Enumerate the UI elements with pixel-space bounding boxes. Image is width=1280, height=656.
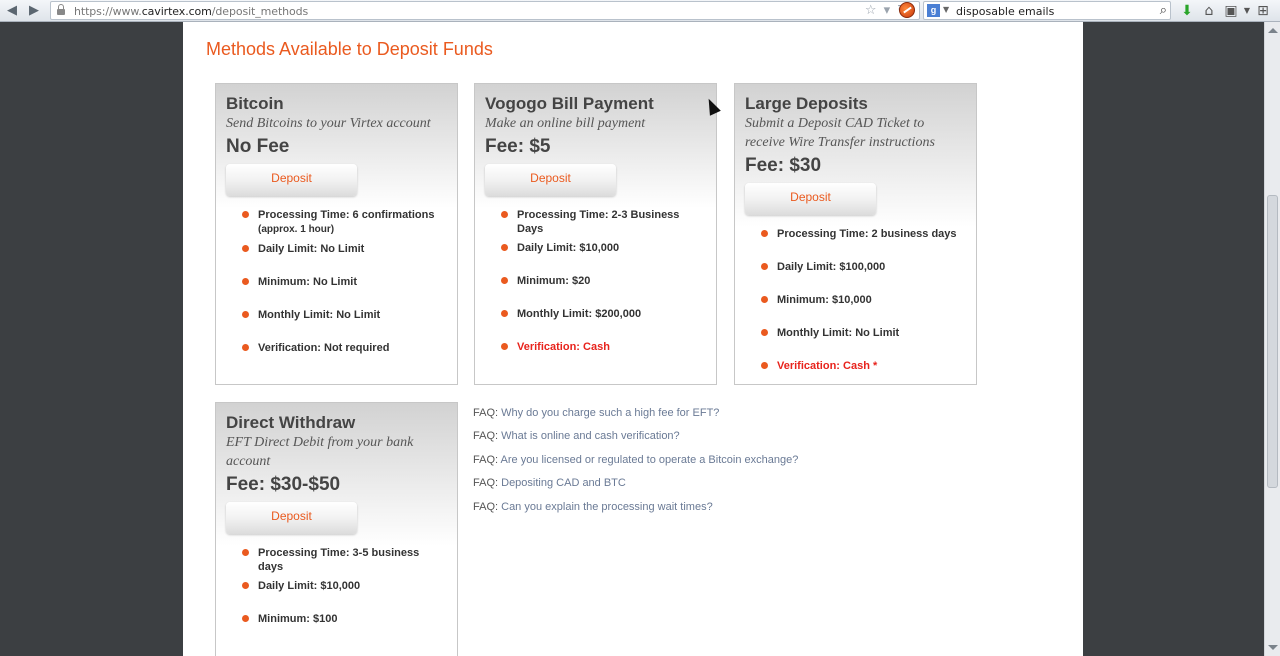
card-fee: No Fee xyxy=(226,136,290,157)
card-title: Direct Withdraw xyxy=(226,413,356,432)
search-icon[interactable]: ⌕ xyxy=(1160,3,1167,18)
feature-verification: Verification: Not required xyxy=(242,341,447,355)
card-header: Large Deposits Submit a Deposit CAD Tick… xyxy=(735,84,976,227)
feature-list: Processing Time: 6 confirmations (approx.… xyxy=(216,208,457,367)
card-title: Large Deposits xyxy=(745,94,868,113)
feature-processing-time: Processing Time: 3-5 business days xyxy=(242,546,432,574)
scroll-up-icon[interactable] xyxy=(1268,28,1278,33)
feature-minimum: Minimum: $10,000 xyxy=(761,293,966,307)
browser-toolbar: ◀ ▶ https://www.cavirtex.com/deposit_met… xyxy=(0,0,1280,22)
card-title: Vogogo Bill Payment xyxy=(485,94,654,113)
feature-list: Processing Time: 3-5 business days Daily… xyxy=(216,546,457,656)
feature-daily-limit: Daily Limit: No Limit xyxy=(242,242,447,256)
forward-arrow-icon[interactable]: ▶ xyxy=(26,3,42,19)
deposit-button[interactable]: Deposit xyxy=(226,502,357,534)
search-engine-icon[interactable]: g xyxy=(927,4,940,17)
feature-monthly-limit: Monthly Limit: No Limit xyxy=(242,308,447,322)
chevron-down-icon[interactable]: ▼ xyxy=(943,5,949,14)
faq-item: FAQ: Depositing CAD and BTC xyxy=(473,477,626,489)
back-arrow-icon[interactable]: ◀ xyxy=(4,3,20,19)
url-text[interactable]: https://www.cavirtex.com/deposit_methods xyxy=(74,5,308,18)
feature-monthly-limit: Monthly Limit: $200,000 xyxy=(501,307,706,321)
deposit-card-vogogo: Vogogo Bill Payment Make an online bill … xyxy=(474,83,717,385)
download-icon[interactable]: ⬇ xyxy=(1178,2,1196,20)
faq-link[interactable]: Why do you charge such a high fee for EF… xyxy=(501,407,719,419)
lock-icon xyxy=(57,4,65,15)
card-header: Bitcoin Send Bitcoins to your Virtex acc… xyxy=(216,84,457,208)
faq-link[interactable]: Are you licensed or regulated to operate… xyxy=(501,454,799,466)
faq-link[interactable]: Depositing CAD and BTC xyxy=(501,477,626,489)
search-box[interactable]: g ▼ disposable emails ⌕ xyxy=(923,1,1171,20)
feature-daily-limit: Daily Limit: $10,000 xyxy=(242,579,447,593)
feature-verification: Verification: Cash xyxy=(501,340,706,354)
feature-verification: Verification: Cash * xyxy=(761,359,966,373)
faq-link[interactable]: Can you explain the processing wait time… xyxy=(501,501,713,513)
feature-daily-limit: Daily Limit: $100,000 xyxy=(761,260,966,274)
card-fee: Fee: $5 xyxy=(485,136,551,157)
deposit-button[interactable]: Deposit xyxy=(745,183,876,215)
feature-daily-limit: Daily Limit: $10,000 xyxy=(501,241,706,255)
card-subtitle: Make an online bill payment xyxy=(485,116,646,131)
deposit-card-large: Large Deposits Submit a Deposit CAD Tick… xyxy=(734,83,977,385)
faq-item: FAQ: What is online and cash verificatio… xyxy=(473,430,680,442)
adblock-icon[interactable] xyxy=(899,2,915,18)
feature-minimum: Minimum: $100 xyxy=(242,612,447,626)
faq-item: FAQ: Are you licensed or regulated to op… xyxy=(473,454,799,466)
feature-monthly-limit: Monthly Limit: No Limit xyxy=(761,326,966,340)
card-header: Vogogo Bill Payment Make an online bill … xyxy=(475,84,716,208)
card-subtitle: EFT Direct Debit from your bank account xyxy=(226,435,414,469)
feature-minimum: Minimum: $20 xyxy=(501,274,706,288)
address-bar[interactable]: https://www.cavirtex.com/deposit_methods… xyxy=(50,1,920,20)
faq-item: FAQ: Can you explain the processing wait… xyxy=(473,501,713,513)
card-title: Bitcoin xyxy=(226,94,284,113)
menu-icon[interactable]: ⊞ xyxy=(1254,2,1272,20)
feature-processing-time: Processing Time: 2 business days xyxy=(761,227,966,241)
deposit-button[interactable]: Deposit xyxy=(226,164,357,196)
feature-list: Processing Time: 2-3 Business Days Daily… xyxy=(475,208,716,366)
feature-minimum: Minimum: No Limit xyxy=(242,275,447,289)
scroll-down-icon[interactable] xyxy=(1268,645,1278,650)
card-subtitle: Send Bitcoins to your Virtex account xyxy=(226,116,431,131)
deposit-card-bitcoin: Bitcoin Send Bitcoins to your Virtex acc… xyxy=(215,83,458,385)
scroll-thumb[interactable] xyxy=(1267,195,1278,488)
page-content: Methods Available to Deposit Funds Bitco… xyxy=(183,22,1083,656)
page-title: Methods Available to Deposit Funds xyxy=(206,39,493,59)
feature-processing-time: Processing Time: 6 confirmations (approx.… xyxy=(242,208,447,237)
search-input[interactable]: disposable emails xyxy=(956,5,1054,18)
home-icon[interactable]: ⌂ xyxy=(1200,2,1218,20)
faq-link[interactable]: What is online and cash verification? xyxy=(501,430,680,442)
feature-list: Processing Time: 2 business days Daily L… xyxy=(735,227,976,385)
deposit-card-direct-withdraw: Direct Withdraw EFT Direct Debit from yo… xyxy=(215,402,458,656)
feature-processing-time: Processing Time: 2-3 Business Days xyxy=(501,208,681,236)
deposit-button[interactable]: Deposit xyxy=(485,164,616,196)
faq-item: FAQ: Why do you charge such a high fee f… xyxy=(473,407,720,419)
card-fee: Fee: $30-$50 xyxy=(226,474,341,495)
card-header: Direct Withdraw EFT Direct Debit from yo… xyxy=(216,403,457,546)
card-fee: Fee: $30 xyxy=(745,155,822,176)
vertical-scrollbar[interactable] xyxy=(1264,22,1280,656)
card-subtitle: Submit a Deposit CAD Ticket to receive W… xyxy=(745,116,935,150)
